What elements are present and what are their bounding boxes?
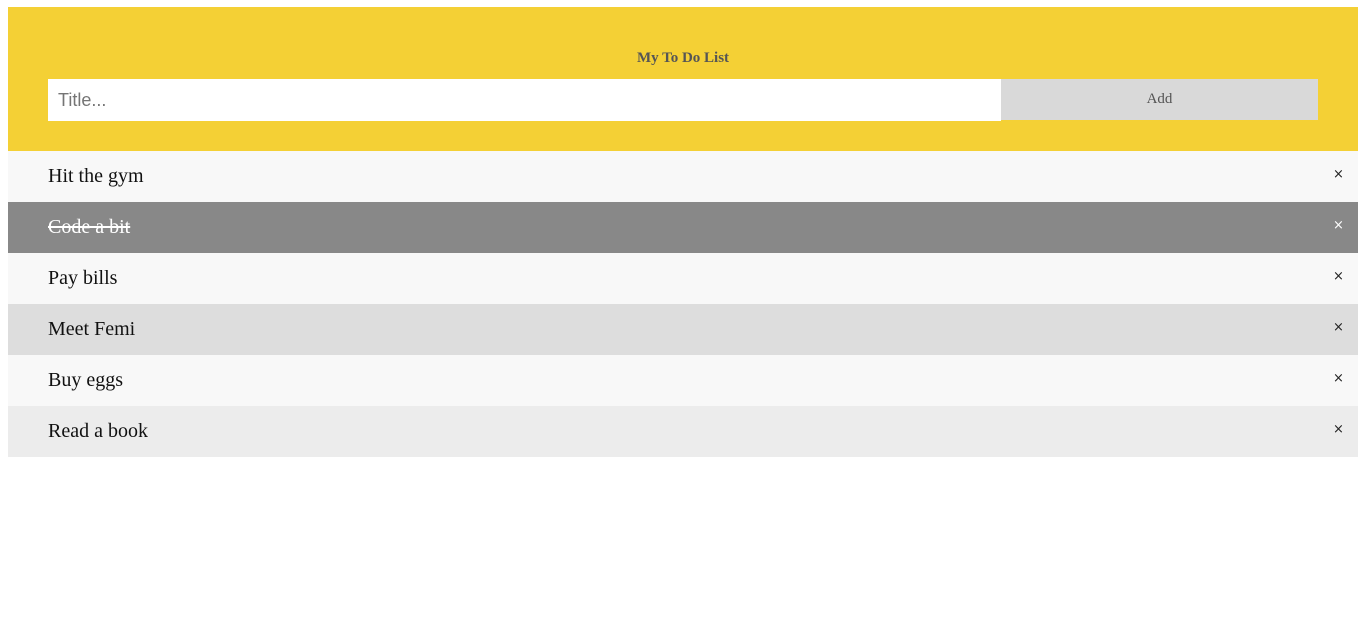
list-item-label: Buy eggs: [48, 369, 123, 391]
list-item-label: Pay bills: [48, 267, 118, 289]
list-item-code-a-bit[interactable]: Code a bit ×: [8, 202, 1358, 253]
close-icon[interactable]: ×: [1333, 420, 1344, 440]
page-title: My To Do List: [636, 50, 730, 66]
list-item-read-a-book[interactable]: Read a book ×: [8, 406, 1358, 457]
list-item-label: Read a book: [48, 420, 148, 442]
list-item-label: Code a bit: [48, 216, 131, 238]
close-icon[interactable]: ×: [1333, 216, 1344, 236]
todo-app: My To Do List Add Hit the gym × Code a b…: [8, 7, 1358, 457]
list-item-meet-femi[interactable]: Meet Femi ×: [8, 304, 1358, 355]
todo-list: Hit the gym × Code a bit × Pay bills × M…: [8, 151, 1358, 457]
close-icon[interactable]: ×: [1333, 165, 1344, 185]
add-task-form: Add: [48, 79, 1318, 121]
close-icon[interactable]: ×: [1333, 369, 1344, 389]
list-item-label: Hit the gym: [48, 165, 144, 187]
list-item-pay-bills[interactable]: Pay bills ×: [8, 253, 1358, 304]
list-item-hit-the-gym[interactable]: Hit the gym ×: [8, 151, 1358, 202]
list-item-label: Meet Femi: [48, 318, 136, 340]
header: My To Do List Add: [8, 7, 1358, 151]
title-input[interactable]: [48, 79, 1001, 121]
add-button[interactable]: Add: [1001, 79, 1318, 120]
close-icon[interactable]: ×: [1333, 318, 1344, 338]
list-item-buy-eggs[interactable]: Buy eggs ×: [8, 355, 1358, 406]
close-icon[interactable]: ×: [1333, 267, 1344, 287]
